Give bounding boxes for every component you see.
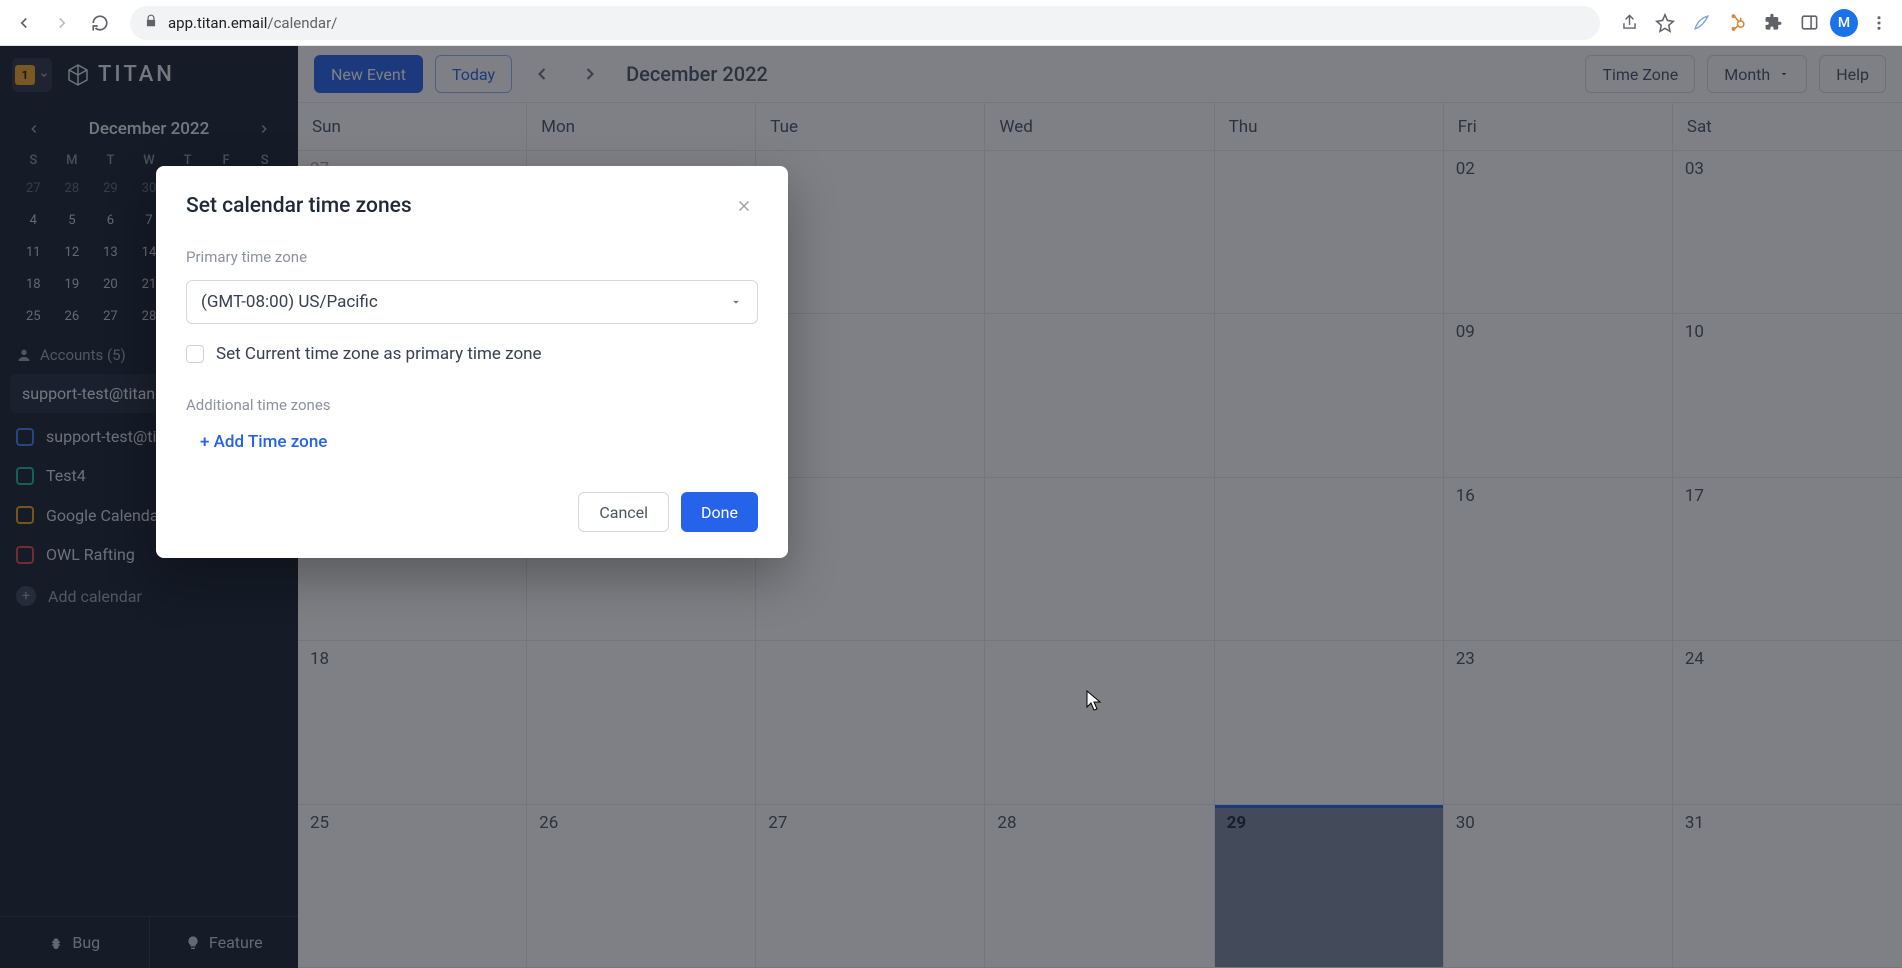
share-icon[interactable]: [1614, 8, 1644, 38]
lock-icon: [144, 14, 158, 32]
add-timezone-button[interactable]: + Add Time zone: [186, 432, 758, 452]
bookmark-star-icon[interactable]: [1650, 8, 1680, 38]
sidepanel-icon[interactable]: [1794, 8, 1824, 38]
done-button[interactable]: Done: [681, 492, 758, 532]
browser-toolbar: app.titan.email/calendar/ M: [0, 0, 1902, 46]
url-host: app.titan.email: [168, 14, 267, 32]
cancel-button[interactable]: Cancel: [578, 492, 669, 532]
modal-close-button[interactable]: [730, 192, 758, 220]
browser-url-bar[interactable]: app.titan.email/calendar/: [130, 6, 1600, 40]
modal-title: Set calendar time zones: [186, 194, 412, 218]
primary-tz-value: (GMT-08:00) US/Pacific: [201, 292, 378, 312]
caret-down-icon: [729, 295, 743, 309]
app-root: 1 TITAN December 2022 SMTWTFS27282930123…: [0, 46, 1902, 968]
browser-reload-button[interactable]: [84, 7, 116, 39]
checkbox-label: Set Current time zone as primary time zo…: [216, 344, 542, 364]
set-current-tz-row[interactable]: Set Current time zone as primary time zo…: [186, 344, 758, 364]
primary-tz-select[interactable]: (GMT-08:00) US/Pacific: [186, 280, 758, 324]
primary-tz-label: Primary time zone: [186, 248, 758, 266]
browser-menu-icon[interactable]: [1864, 8, 1894, 38]
checkbox-icon[interactable]: [186, 345, 204, 363]
modal-scrim[interactable]: Set calendar time zones Primary time zon…: [0, 46, 1902, 968]
extensions-puzzle-icon[interactable]: [1758, 8, 1788, 38]
profile-avatar[interactable]: M: [1830, 9, 1858, 37]
url-path: /calendar/: [267, 14, 337, 32]
extension-quill-icon[interactable]: [1686, 8, 1716, 38]
additional-tz-label: Additional time zones: [186, 396, 758, 414]
browser-forward-button[interactable]: [46, 7, 78, 39]
extension-hubspot-icon[interactable]: [1722, 8, 1752, 38]
browser-back-button[interactable]: [8, 7, 40, 39]
timezone-modal: Set calendar time zones Primary time zon…: [156, 166, 788, 558]
